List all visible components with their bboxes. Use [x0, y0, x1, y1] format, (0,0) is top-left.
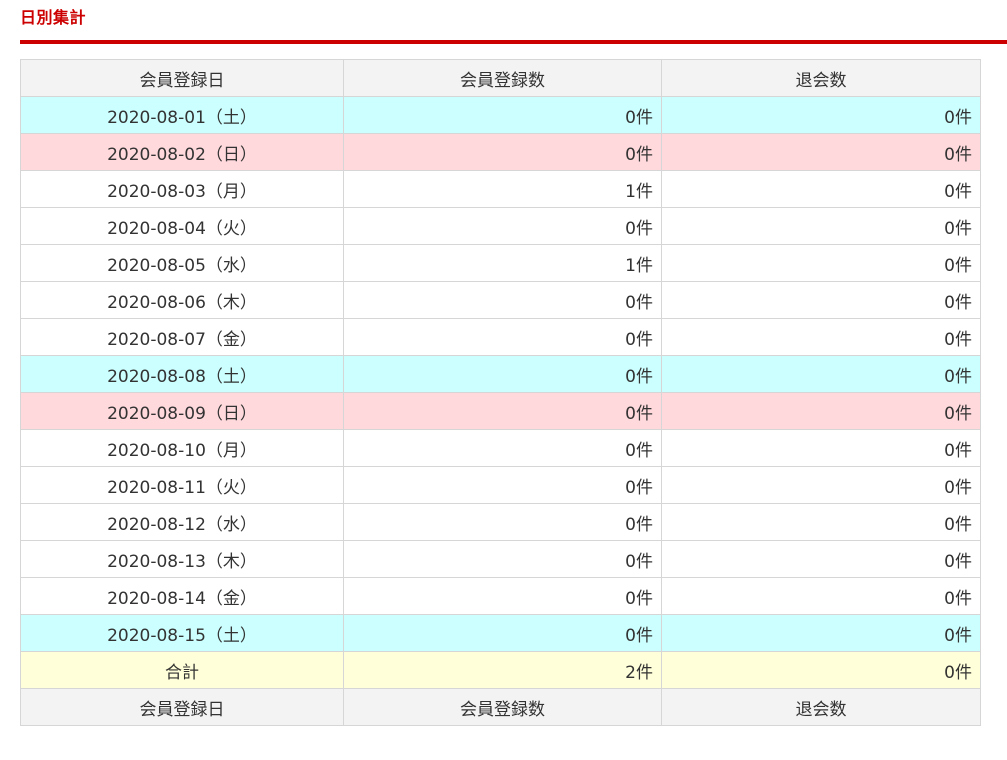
header-withdrawal-count: 退会数: [661, 59, 981, 97]
registrations-cell: 0件: [343, 466, 662, 504]
withdrawals-cell: 0件: [661, 614, 981, 652]
registrations-cell: 0件: [343, 577, 662, 615]
registrations-cell: 0件: [343, 281, 662, 319]
table-body: 2020-08-01（土） 0件 0件 2020-08-02（日） 0件 0件 2020-0…: [20, 96, 981, 652]
registrations-cell: 0件: [343, 207, 662, 245]
header-registration-count: 会員登録数: [343, 59, 662, 97]
date-cell: 2020-08-04（火）: [20, 207, 344, 245]
date-cell: 2020-08-15（土）: [20, 614, 344, 652]
registrations-cell: 0件: [343, 429, 662, 467]
withdrawals-cell: 0件: [661, 577, 981, 615]
registrations-cell: 0件: [343, 540, 662, 578]
date-cell: 2020-08-06（木）: [20, 281, 344, 319]
table-row: 2020-08-10（月） 0件 0件: [20, 429, 981, 467]
table-row: 2020-08-13（木） 0件 0件: [20, 540, 981, 578]
withdrawals-cell: 0件: [661, 170, 981, 208]
footer-header-withdrawal-count: 退会数: [661, 688, 981, 726]
daily-stats-table: 会員登録日 会員登録数 退会数 2020-08-01（土） 0件 0件 2020-08…: [20, 59, 981, 726]
date-cell: 2020-08-02（日）: [20, 133, 344, 171]
table-row: 2020-08-11（火） 0件 0件: [20, 466, 981, 504]
total-row: 合計 2件 0件: [20, 651, 981, 689]
registrations-cell: 0件: [343, 503, 662, 541]
withdrawals-cell: 0件: [661, 540, 981, 578]
table-row: 2020-08-12（水） 0件 0件: [20, 503, 981, 541]
withdrawals-cell: 0件: [661, 133, 981, 171]
date-cell: 2020-08-05（水）: [20, 244, 344, 282]
registrations-cell: 0件: [343, 318, 662, 356]
registrations-cell: 0件: [343, 614, 662, 652]
date-cell: 2020-08-07（金）: [20, 318, 344, 356]
withdrawals-cell: 0件: [661, 281, 981, 319]
total-registrations: 2件: [343, 651, 662, 689]
withdrawals-cell: 0件: [661, 503, 981, 541]
header-registration-date: 会員登録日: [20, 59, 344, 97]
date-cell: 2020-08-01（土）: [20, 96, 344, 134]
registrations-cell: 0件: [343, 392, 662, 430]
footer-header-registration-date: 会員登録日: [20, 688, 344, 726]
title-underline: [20, 40, 1007, 44]
table-row: 2020-08-02（日） 0件 0件: [20, 133, 981, 171]
table-row: 2020-08-07（金） 0件 0件: [20, 318, 981, 356]
total-label: 合計: [20, 651, 344, 689]
date-cell: 2020-08-13（木）: [20, 540, 344, 578]
withdrawals-cell: 0件: [661, 207, 981, 245]
table-header-row: 会員登録日 会員登録数 退会数: [20, 59, 981, 97]
registrations-cell: 1件: [343, 170, 662, 208]
withdrawals-cell: 0件: [661, 392, 981, 430]
withdrawals-cell: 0件: [661, 244, 981, 282]
withdrawals-cell: 0件: [661, 96, 981, 134]
table-row: 2020-08-14（金） 0件 0件: [20, 577, 981, 615]
registrations-cell: 0件: [343, 96, 662, 134]
table-row: 2020-08-01（土） 0件 0件: [20, 96, 981, 134]
section-title: 日別集計: [20, 8, 87, 27]
total-withdrawals: 0件: [661, 651, 981, 689]
table-row: 2020-08-15（土） 0件 0件: [20, 614, 981, 652]
withdrawals-cell: 0件: [661, 429, 981, 467]
withdrawals-cell: 0件: [661, 466, 981, 504]
withdrawals-cell: 0件: [661, 318, 981, 356]
table-row: 2020-08-09（日） 0件 0件: [20, 392, 981, 430]
table-row: 2020-08-05（水） 1件 0件: [20, 244, 981, 282]
registrations-cell: 0件: [343, 133, 662, 171]
table-row: 2020-08-08（土） 0件 0件: [20, 355, 981, 393]
date-cell: 2020-08-08（土）: [20, 355, 344, 393]
date-cell: 2020-08-09（日）: [20, 392, 344, 430]
table-row: 2020-08-03（月） 1件 0件: [20, 170, 981, 208]
date-cell: 2020-08-14（金）: [20, 577, 344, 615]
date-cell: 2020-08-11（火）: [20, 466, 344, 504]
registrations-cell: 1件: [343, 244, 662, 282]
table-footer-header-row: 会員登録日 会員登録数 退会数: [20, 688, 981, 726]
registrations-cell: 0件: [343, 355, 662, 393]
date-cell: 2020-08-10（月）: [20, 429, 344, 467]
withdrawals-cell: 0件: [661, 355, 981, 393]
table-row: 2020-08-04（火） 0件 0件: [20, 207, 981, 245]
date-cell: 2020-08-03（月）: [20, 170, 344, 208]
footer-header-registration-count: 会員登録数: [343, 688, 662, 726]
table-row: 2020-08-06（木） 0件 0件: [20, 281, 981, 319]
date-cell: 2020-08-12（水）: [20, 503, 344, 541]
